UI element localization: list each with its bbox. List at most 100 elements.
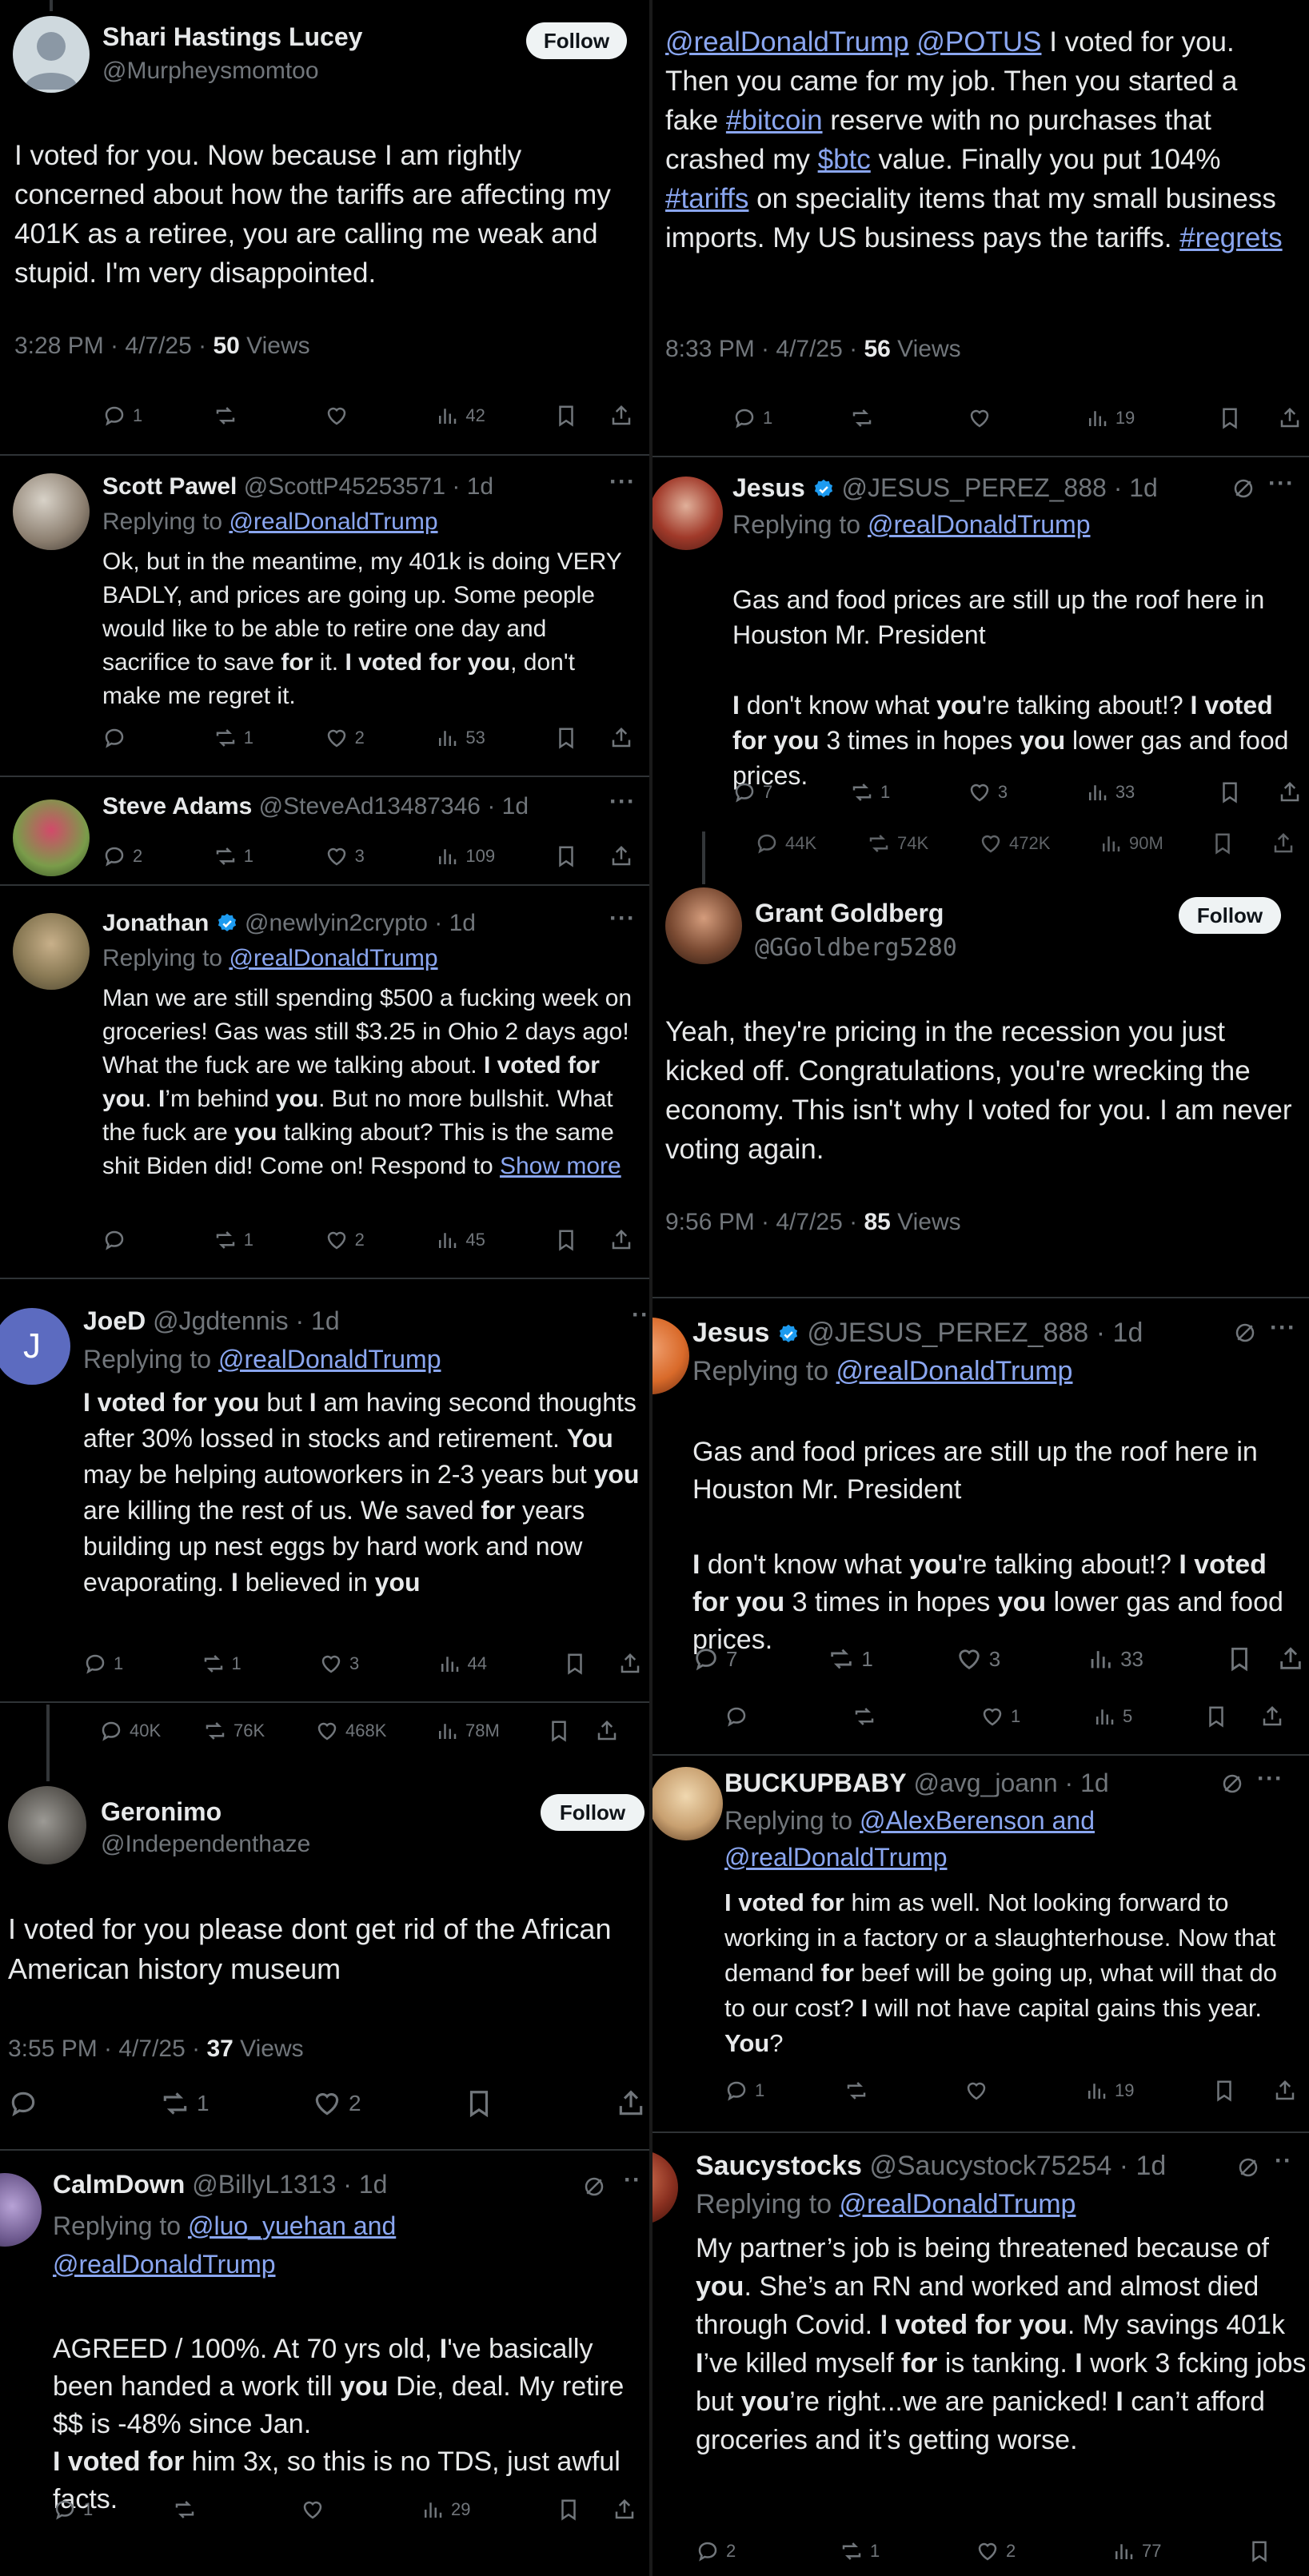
like-button[interactable]: 2 — [312, 2088, 464, 2119]
views-button[interactable]: 19 — [1085, 406, 1219, 430]
views-button[interactable]: 45 — [435, 1228, 554, 1252]
repost-button[interactable] — [850, 406, 968, 430]
bookmark-button[interactable] — [554, 1228, 609, 1252]
like-button[interactable]: 2 — [976, 2539, 1111, 2563]
mention-link[interactable]: @POTUS — [916, 26, 1041, 58]
more-options-icon[interactable]: ·· — [1275, 2147, 1292, 2175]
repost-button[interactable]: 1 — [202, 1652, 320, 1676]
avatar[interactable] — [13, 913, 90, 990]
grok-icon[interactable] — [1231, 477, 1255, 500]
share-button[interactable] — [1277, 1645, 1309, 1673]
reply-button[interactable] — [724, 1705, 852, 1729]
more-options-icon[interactable]: ··· — [609, 905, 636, 932]
replying-to-link[interactable]: @realDonaldTrump — [229, 508, 437, 535]
mention-link[interactable]: @realDonaldTrump — [665, 26, 909, 58]
like-button[interactable]: 468K — [315, 1719, 435, 1743]
avatar[interactable] — [13, 473, 90, 550]
display-name[interactable]: Jesus — [732, 473, 805, 502]
grok-icon[interactable] — [1236, 2155, 1260, 2179]
avatar[interactable] — [653, 1767, 723, 1840]
reply-button[interactable]: 1 — [53, 2498, 173, 2522]
user-handle[interactable]: @Murpheysmomtoo — [102, 58, 319, 85]
more-options-icon[interactable]: ·· — [632, 1302, 649, 1329]
display-name[interactable]: Shari Hastings Lucey — [102, 22, 362, 52]
reply-button[interactable]: 7 — [732, 780, 850, 804]
bookmark-button[interactable] — [1226, 1645, 1277, 1673]
more-options-icon[interactable]: ·· — [624, 2167, 641, 2194]
grok-icon[interactable] — [1220, 1772, 1244, 1796]
display-name[interactable]: Steve Adams — [102, 793, 252, 819]
views-button[interactable]: 90M — [1099, 831, 1211, 855]
user-handle[interactable]: @JESUS_PEREZ_888 · 1d — [807, 1318, 1143, 1348]
reply-button[interactable]: 1 — [732, 406, 850, 430]
repost-button[interactable] — [214, 404, 325, 428]
share-button[interactable] — [1271, 831, 1303, 855]
bookmark-button[interactable] — [464, 2088, 616, 2119]
like-button[interactable] — [968, 406, 1085, 430]
bookmark-button[interactable] — [554, 844, 609, 868]
hashtag-link[interactable]: #bitcoin — [726, 105, 823, 136]
show-more-link[interactable]: Show more — [500, 1153, 621, 1179]
repost-button[interactable] — [173, 2498, 301, 2522]
share-button[interactable] — [609, 1228, 649, 1252]
follow-button[interactable]: Follow — [526, 22, 627, 59]
user-handle[interactable]: @newlyin2crypto · 1d — [245, 910, 476, 936]
like-button[interactable]: 3 — [319, 1652, 437, 1676]
follow-button[interactable]: Follow — [541, 1794, 645, 1831]
reply-button[interactable] — [8, 2088, 160, 2119]
user-handle[interactable]: @JESUS_PEREZ_888 · 1d — [842, 473, 1158, 502]
avatar[interactable] — [653, 477, 723, 550]
reply-button[interactable]: 1 — [724, 2079, 844, 2103]
reply-button[interactable]: 1 — [83, 1652, 202, 1676]
display-name[interactable]: CalmDown — [53, 2170, 185, 2199]
bookmark-button[interactable] — [1212, 2079, 1273, 2103]
repost-button[interactable]: 1 — [214, 844, 325, 868]
bookmark-button[interactable] — [563, 1652, 618, 1676]
user-handle[interactable]: @Independenthaze — [101, 1831, 310, 1858]
reply-button[interactable]: 7 — [692, 1645, 828, 1673]
replying-to-link[interactable]: @realDonaldTrump — [840, 2189, 1076, 2219]
bookmark-button[interactable] — [1218, 780, 1277, 804]
avatar[interactable] — [8, 1786, 86, 1864]
hashtag-link[interactable]: #regrets — [1179, 222, 1282, 253]
views-button[interactable]: 44 — [437, 1652, 563, 1676]
bookmark-button[interactable] — [547, 1719, 595, 1743]
user-handle[interactable]: @Saucystock75254 · 1d — [869, 2151, 1166, 2181]
user-handle[interactable]: @SteveAd13487346 · 1d — [259, 793, 529, 819]
user-handle[interactable]: @Jgdtennis · 1d — [153, 1306, 340, 1335]
repost-button[interactable] — [844, 2079, 964, 2103]
user-handle[interactable]: @avg_joann · 1d — [913, 1769, 1108, 1797]
more-options-icon[interactable]: ··· — [609, 469, 636, 496]
share-button[interactable] — [609, 404, 649, 428]
like-button[interactable]: 3 — [325, 844, 436, 868]
grok-icon[interactable] — [582, 2175, 606, 2199]
views-button[interactable]: 29 — [421, 2498, 557, 2522]
bookmark-button[interactable] — [554, 404, 609, 428]
views-button[interactable]: 33 — [1085, 780, 1219, 804]
reply-button[interactable]: 2 — [696, 2539, 840, 2563]
reply-button[interactable]: 2 — [102, 844, 214, 868]
repost-button[interactable]: 76K — [203, 1719, 315, 1743]
more-options-icon[interactable]: ··· — [1268, 470, 1295, 497]
views-button[interactable]: 109 — [435, 844, 554, 868]
reply-button[interactable]: 44K — [755, 831, 867, 855]
repost-button[interactable]: 1 — [214, 726, 325, 750]
reply-button[interactable]: 40K — [99, 1719, 203, 1743]
avatar[interactable] — [653, 1318, 689, 1394]
share-button[interactable] — [1278, 780, 1309, 804]
repost-button[interactable]: 1 — [850, 780, 968, 804]
share-button[interactable] — [1278, 406, 1309, 430]
user-handle[interactable]: @GGoldberg5280 — [755, 934, 957, 962]
like-button[interactable]: 3 — [968, 780, 1085, 804]
views-button[interactable]: 53 — [435, 726, 554, 750]
bookmark-button[interactable] — [1211, 831, 1271, 855]
repost-button[interactable] — [852, 1705, 980, 1729]
display-name[interactable]: Grant Goldberg — [755, 899, 944, 928]
display-name[interactable]: Scott Pawel — [102, 473, 237, 500]
views-button[interactable]: 5 — [1092, 1705, 1204, 1729]
bookmark-button[interactable] — [554, 726, 609, 750]
follow-button[interactable]: Follow — [1179, 897, 1281, 934]
more-options-icon[interactable]: ··· — [1257, 1765, 1283, 1792]
share-button[interactable] — [609, 726, 649, 750]
like-button[interactable] — [964, 2079, 1084, 2103]
